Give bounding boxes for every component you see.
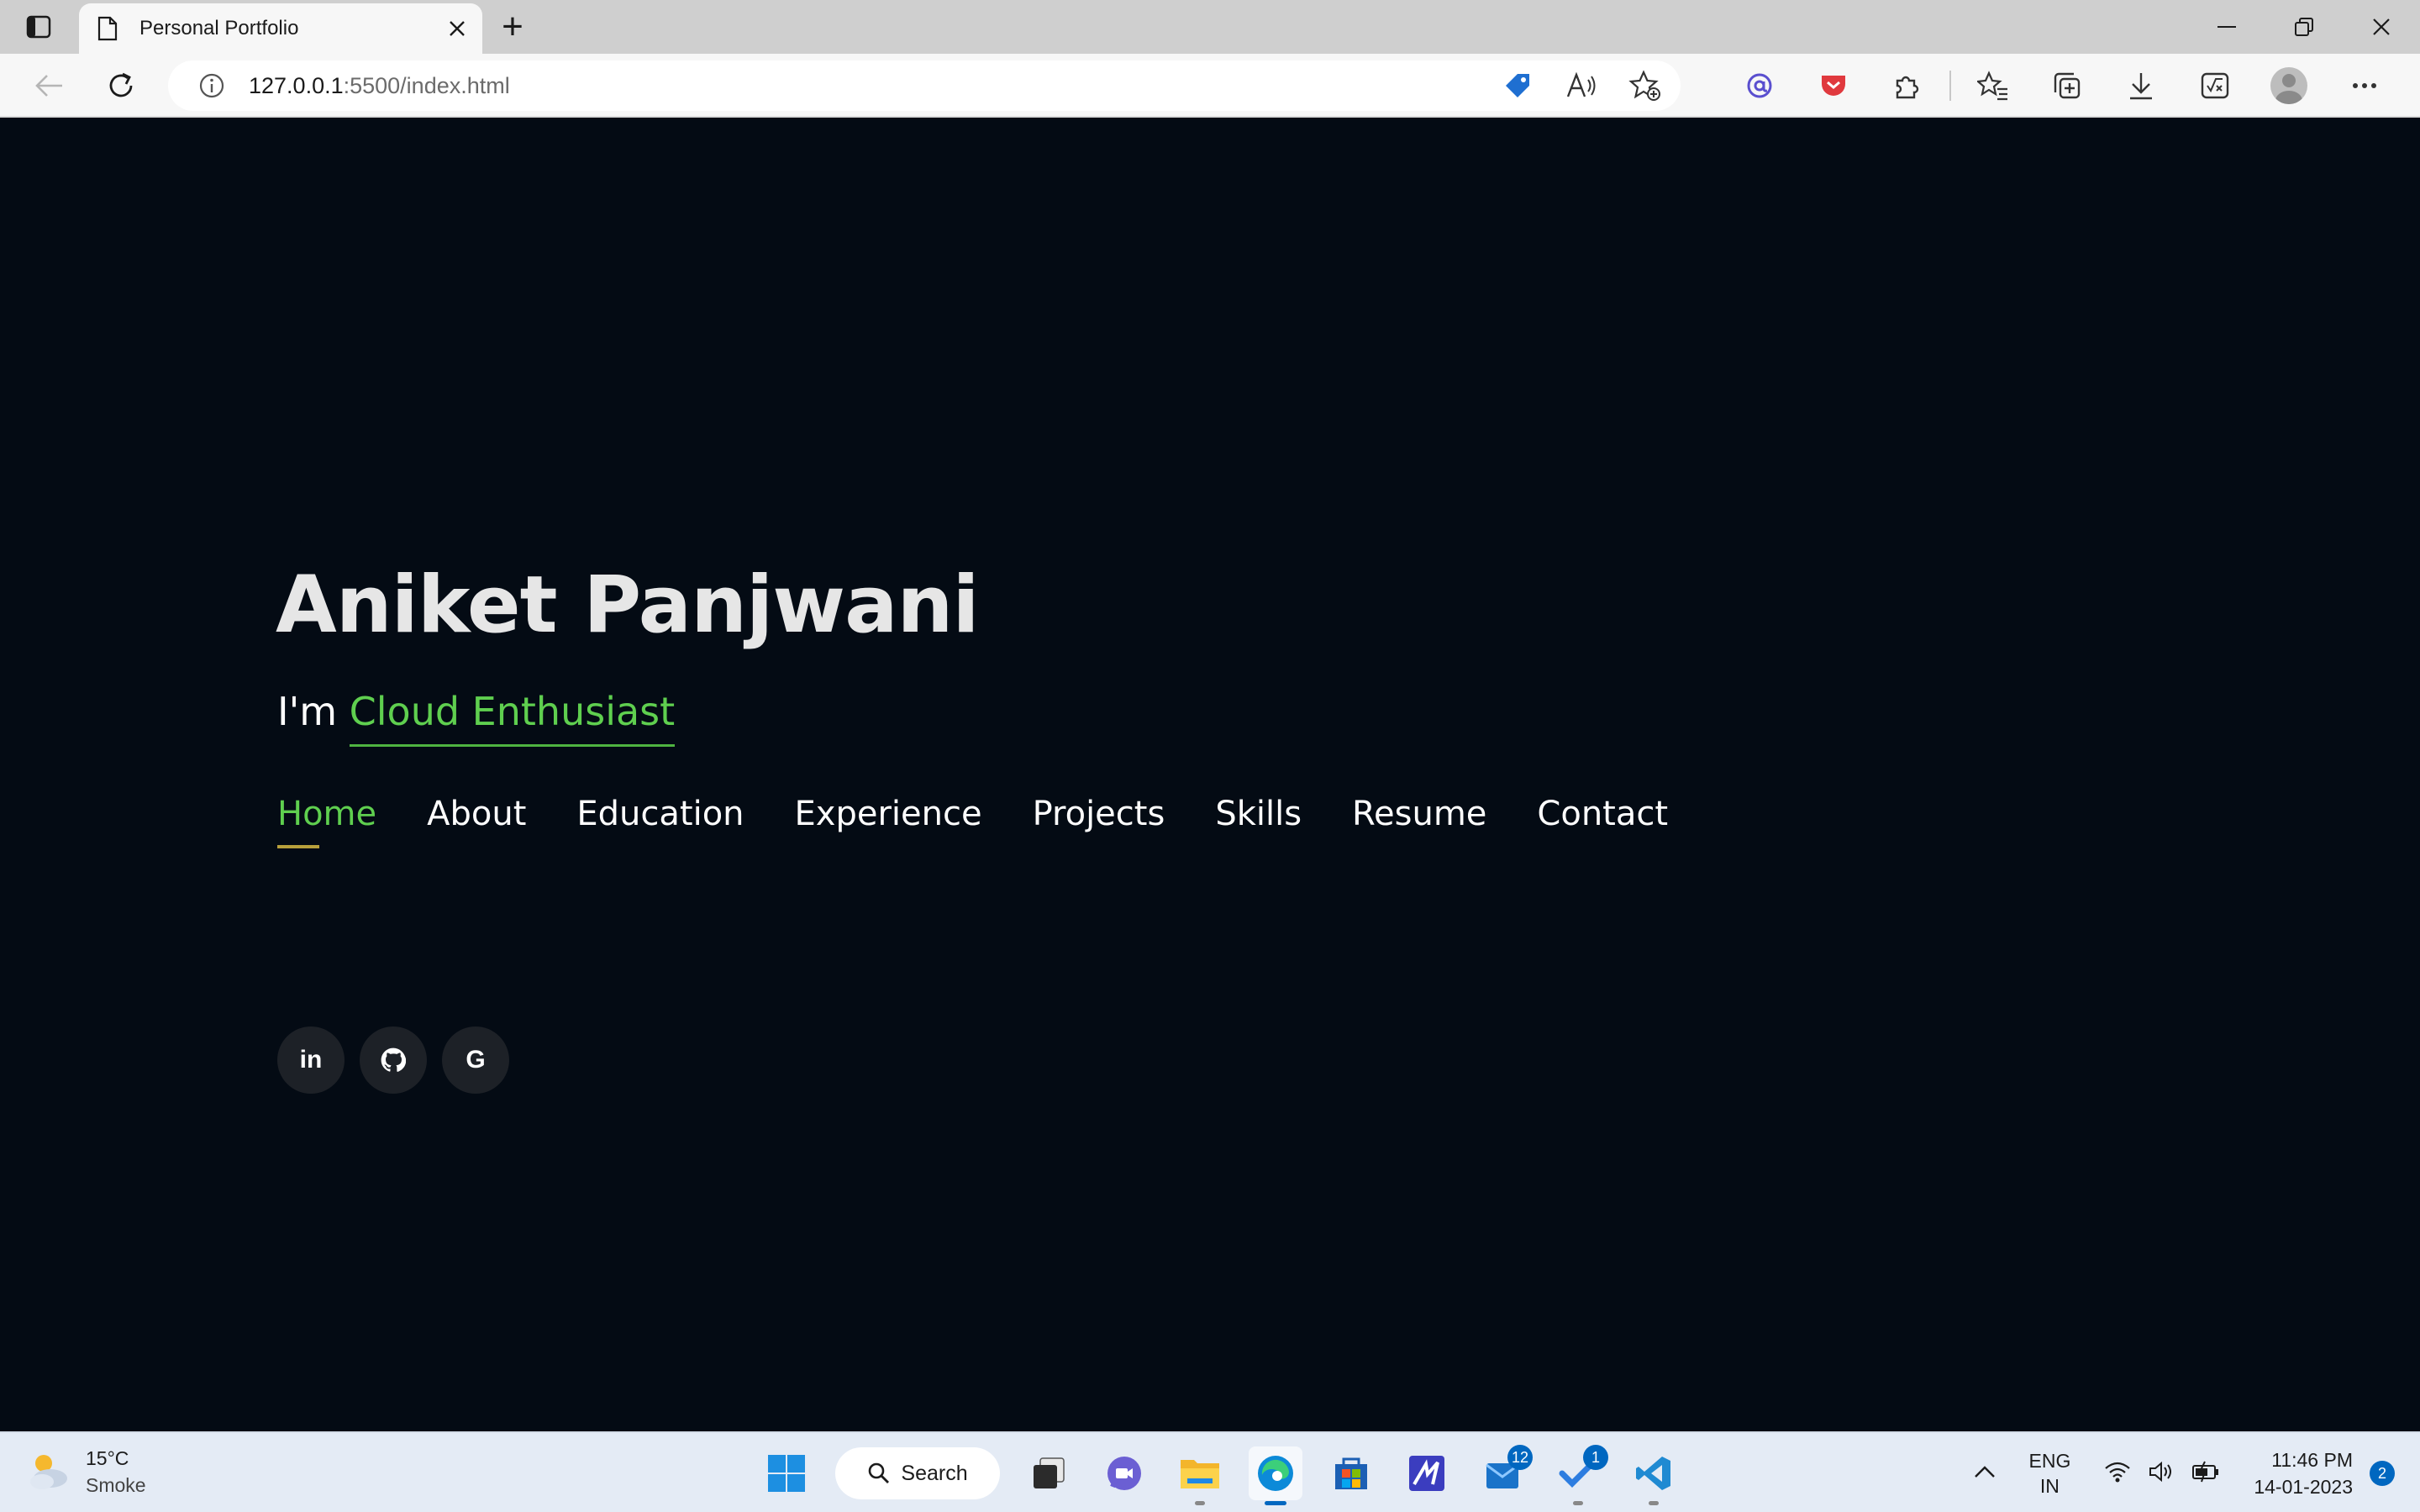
language-region: IN bbox=[2039, 1475, 2060, 1497]
task-view-icon[interactable] bbox=[1022, 1446, 1076, 1500]
weather-widget[interactable]: 15°C Smoke bbox=[25, 1445, 146, 1499]
windows-taskbar: 15°C Smoke Search 12 1 ENG IN 11:46 PM 1… bbox=[0, 1431, 2420, 1512]
nav-education[interactable]: Education bbox=[576, 795, 744, 848]
shopping-tag-icon[interactable] bbox=[1499, 69, 1536, 102]
weather-smoke-icon bbox=[25, 1448, 72, 1495]
tab-actions-icon[interactable] bbox=[20, 12, 57, 42]
mail-badge: 12 bbox=[1507, 1445, 1533, 1470]
extensions-icon[interactable] bbox=[1889, 69, 1926, 102]
browser-toolbar: 127.0.0.1:5500/index.html bbox=[0, 54, 2420, 118]
nav-resume[interactable]: Resume bbox=[1352, 795, 1486, 848]
pocket-extension-icon[interactable] bbox=[1815, 69, 1852, 102]
main-nav: Home About Education Experience Projects… bbox=[277, 795, 1668, 848]
hero-subtitle: I'm Cloud Enthusiast bbox=[277, 689, 676, 747]
file-explorer-icon[interactable] bbox=[1173, 1446, 1227, 1505]
edge-browser-icon[interactable] bbox=[1249, 1446, 1302, 1505]
close-tab-icon[interactable] bbox=[440, 12, 474, 45]
browser-tab[interactable]: Personal Portfolio bbox=[79, 3, 482, 54]
nav-about[interactable]: About bbox=[427, 795, 526, 848]
system-tray: ENG IN 11:46 PM 14-01-2023 2 bbox=[1974, 1433, 2395, 1512]
teams-chat-icon[interactable] bbox=[1097, 1446, 1151, 1500]
linkedin-icon[interactable]: in bbox=[277, 1026, 345, 1094]
more-menu-icon[interactable] bbox=[2346, 69, 2383, 102]
vscode-icon[interactable] bbox=[1627, 1446, 1681, 1505]
battery-charging-icon[interactable] bbox=[2191, 1460, 2220, 1488]
close-window-icon[interactable] bbox=[2343, 0, 2420, 54]
profile-avatar[interactable] bbox=[2270, 67, 2307, 104]
start-windows-icon[interactable] bbox=[760, 1446, 813, 1500]
social-links: in G bbox=[277, 1026, 509, 1094]
weather-description: Smoke bbox=[86, 1474, 146, 1496]
hero-name: Aniket Panjwani bbox=[276, 559, 980, 651]
search-icon bbox=[869, 1462, 890, 1483]
language-indicator[interactable]: ENG IN bbox=[2029, 1448, 2071, 1499]
nav-home[interactable]: Home bbox=[277, 795, 376, 848]
add-favorite-icon[interactable] bbox=[1627, 69, 1664, 102]
todo-app-icon[interactable]: 1 bbox=[1551, 1445, 1608, 1505]
language-code: ENG bbox=[2028, 1450, 2071, 1472]
taskbar-search[interactable]: Search bbox=[835, 1447, 1000, 1499]
restore-icon[interactable] bbox=[2265, 0, 2343, 54]
new-tab-button[interactable]: + bbox=[494, 6, 531, 47]
site-info-icon[interactable] bbox=[195, 69, 229, 102]
hero-role-typed: Cloud Enthusiast bbox=[349, 689, 676, 747]
extension-at-icon[interactable] bbox=[1741, 69, 1778, 102]
favorites-icon[interactable] bbox=[1975, 69, 2012, 102]
minimize-icon[interactable] bbox=[2188, 0, 2265, 54]
hero-prefix: I'm bbox=[277, 689, 338, 734]
search-label: Search bbox=[901, 1461, 968, 1485]
clock-time: 11:46 PM bbox=[2271, 1449, 2353, 1471]
tab-title: Personal Portfolio bbox=[139, 17, 299, 39]
weather-temperature: 15°C bbox=[86, 1447, 129, 1469]
back-arrow-icon[interactable] bbox=[29, 66, 69, 106]
math-solver-icon[interactable] bbox=[2196, 69, 2233, 102]
window-controls bbox=[2188, 0, 2420, 54]
editor-app-icon[interactable] bbox=[1400, 1446, 1454, 1500]
toolbar-divider bbox=[1949, 71, 1951, 101]
nav-experience[interactable]: Experience bbox=[795, 795, 982, 848]
portfolio-page: Aniket Panjwani I'm Cloud Enthusiast Hom… bbox=[0, 118, 2420, 1431]
download-icon[interactable] bbox=[2123, 69, 2160, 102]
read-aloud-icon[interactable] bbox=[1563, 69, 1600, 102]
refresh-icon[interactable] bbox=[101, 66, 141, 106]
taskbar-apps: Search 12 1 bbox=[760, 1443, 1681, 1505]
page-icon bbox=[97, 14, 123, 43]
nav-contact[interactable]: Contact bbox=[1537, 795, 1668, 848]
nav-skills[interactable]: Skills bbox=[1215, 795, 1302, 848]
mail-app-icon[interactable]: 12 bbox=[1476, 1445, 1533, 1500]
notification-badge[interactable]: 2 bbox=[2370, 1461, 2395, 1486]
google-icon[interactable]: G bbox=[442, 1026, 509, 1094]
wifi-icon[interactable] bbox=[2104, 1460, 2131, 1488]
collections-icon[interactable] bbox=[2049, 69, 2086, 102]
clock-date: 14-01-2023 bbox=[2254, 1476, 2353, 1498]
address-bar[interactable]: 127.0.0.1:5500/index.html bbox=[168, 60, 1681, 111]
volume-icon[interactable] bbox=[2148, 1460, 2175, 1488]
browser-tab-strip: Personal Portfolio + bbox=[0, 0, 2420, 54]
url-text[interactable]: 127.0.0.1:5500/index.html bbox=[249, 73, 510, 99]
taskbar-clock[interactable]: 11:46 PM 14-01-2023 bbox=[2254, 1446, 2353, 1500]
url-host: 127.0.0.1 bbox=[249, 72, 344, 98]
chevron-up-icon[interactable] bbox=[1974, 1465, 1996, 1483]
nav-projects[interactable]: Projects bbox=[1033, 795, 1165, 848]
microsoft-store-icon[interactable] bbox=[1324, 1446, 1378, 1500]
url-path: :5500/index.html bbox=[343, 72, 510, 98]
todo-badge: 1 bbox=[1583, 1445, 1608, 1470]
github-icon[interactable] bbox=[360, 1026, 427, 1094]
